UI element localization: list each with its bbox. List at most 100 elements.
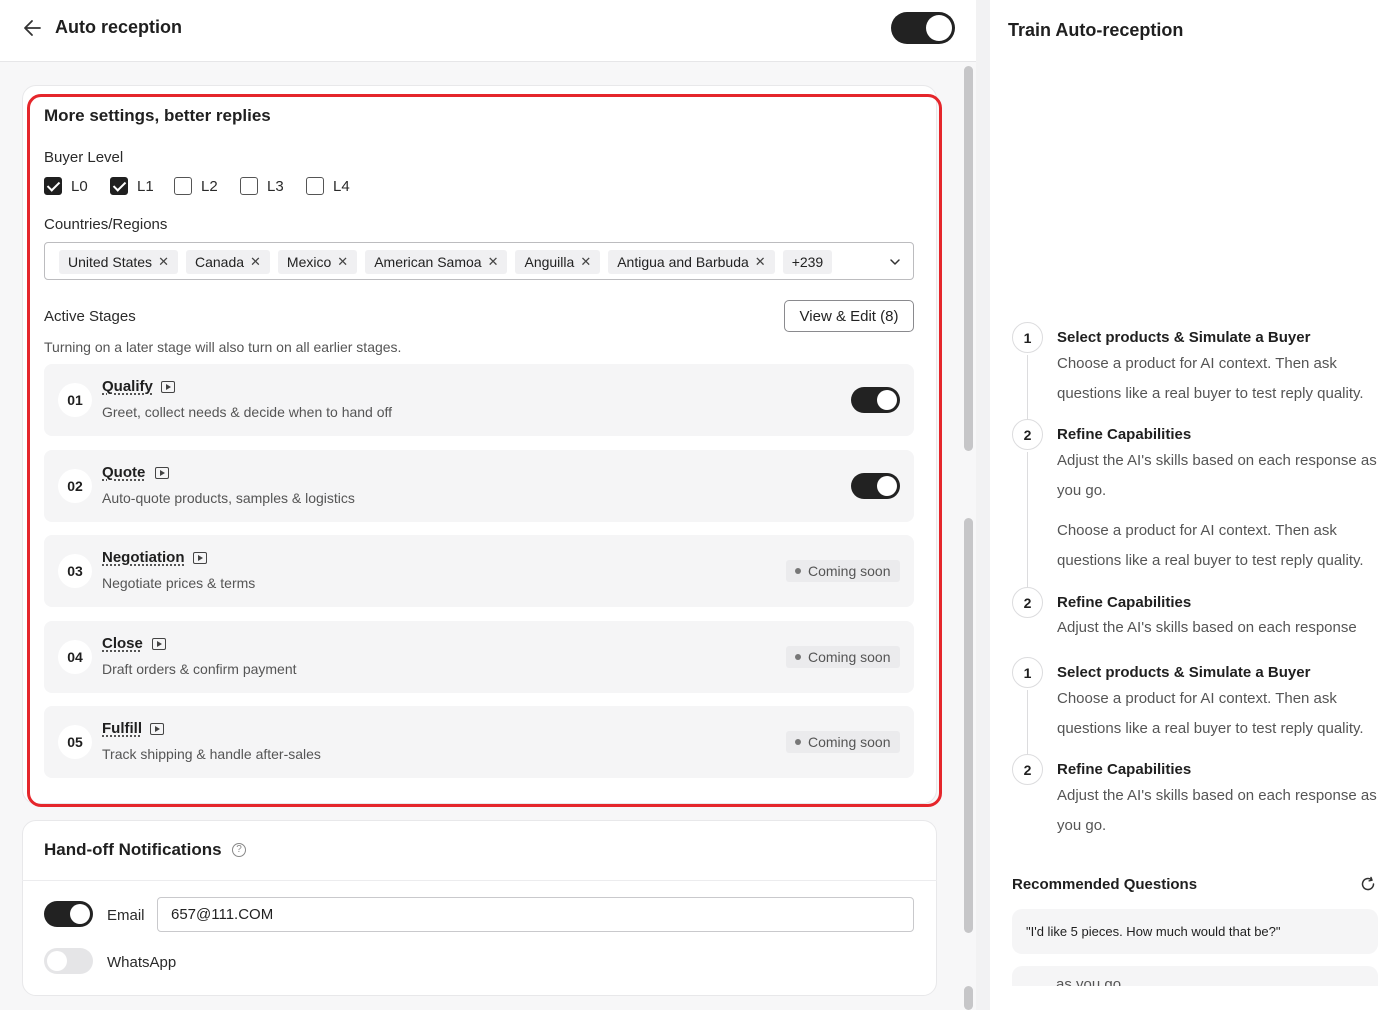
scrollbar-thumb[interactable] <box>964 66 973 451</box>
checkbox-l3[interactable]: L3 <box>240 176 284 196</box>
train-title: Train Auto-reception <box>1008 20 1184 40</box>
page-title: Auto reception <box>55 17 183 37</box>
email-label: Email <box>107 907 145 924</box>
country-chip: Mexico ✕ <box>277 250 358 274</box>
checkbox-box[interactable] <box>174 177 192 195</box>
countries-select[interactable]: United States ✕ Canada ✕ Mexico ✕ American … <box>44 242 914 280</box>
step-title: Refine Capabilities <box>1057 594 1192 611</box>
step-number: 2 <box>1012 587 1043 618</box>
scrollbar-thumb[interactable] <box>964 986 973 1010</box>
step-connector <box>1027 355 1028 420</box>
stage-name-link[interactable]: Negotiation <box>102 549 185 566</box>
stage-number: 04 <box>58 640 92 674</box>
coming-soon-badge: Coming soon <box>786 646 900 668</box>
coming-soon-badge: Coming soon <box>786 560 900 582</box>
play-video-icon[interactable] <box>155 467 169 479</box>
stage-description: Negotiate prices & terms <box>102 575 256 591</box>
country-chip: American Samoa ✕ <box>365 250 508 274</box>
stage-number: 02 <box>58 469 92 503</box>
stage-toggle[interactable] <box>851 473 900 499</box>
close-icon[interactable]: ✕ <box>337 254 348 270</box>
stage-number: 01 <box>58 383 92 417</box>
step-description: Choose a product for AI context. Then as… <box>1057 522 1364 569</box>
stage-name-link[interactable]: Qualify <box>102 378 153 395</box>
checkbox-box[interactable] <box>110 177 128 195</box>
stage-number: 03 <box>58 554 92 588</box>
close-icon[interactable]: ✕ <box>488 254 499 270</box>
handoff-title: Hand-off Notifications <box>44 840 222 859</box>
checkbox-box[interactable] <box>306 177 324 195</box>
auto-reception-toggle[interactable] <box>891 12 955 44</box>
stage-row-qualify: 01 Qualify Greet, collect needs & decide… <box>44 364 914 436</box>
stages-hint: Turning on a later stage will also turn … <box>44 339 402 355</box>
recommended-questions-title: Recommended Questions <box>1012 876 1198 893</box>
step-description: Adjust the AI's skills based on each res… <box>1057 787 1377 834</box>
buyer-level-label: Buyer Level <box>44 149 124 166</box>
checkbox-box[interactable] <box>44 177 62 195</box>
settings-title: More settings, better replies <box>44 106 271 125</box>
country-chip: Anguilla ✕ <box>515 250 601 274</box>
step-number: 1 <box>1012 322 1043 353</box>
step-title: Select products & Simulate a Buyer <box>1057 664 1311 681</box>
recommended-question[interactable]: "I'd like 5 pieces. How much would that … <box>1012 909 1378 954</box>
country-chip: Canada ✕ <box>185 250 270 274</box>
stage-row-fulfill: 05 Fulfill Track shipping & handle after… <box>44 706 914 778</box>
step-title: Refine Capabilities <box>1057 761 1192 778</box>
close-icon[interactable]: ✕ <box>158 254 169 270</box>
step-title: Select products & Simulate a Buyer <box>1057 329 1311 346</box>
checkbox-l1[interactable]: L1 <box>110 176 154 196</box>
stage-toggle[interactable] <box>851 387 900 413</box>
coming-soon-badge: Coming soon <box>786 731 900 753</box>
stage-description: Draft orders & confirm payment <box>102 661 297 677</box>
divider <box>22 880 937 881</box>
email-input[interactable] <box>157 897 914 932</box>
country-chip: United States ✕ <box>59 250 178 274</box>
step-title: Refine Capabilities <box>1057 426 1192 443</box>
play-video-icon[interactable] <box>150 723 164 735</box>
close-icon[interactable]: ✕ <box>755 254 766 270</box>
step-description: Choose a product for AI context. Then as… <box>1057 690 1364 737</box>
stage-name-link[interactable]: Quote <box>102 464 145 481</box>
recommended-question[interactable]: as you go. <box>1012 966 1378 986</box>
play-video-icon[interactable] <box>152 638 166 650</box>
step-description: Choose a product for AI context. Then as… <box>1057 355 1364 402</box>
page-header: Auto reception <box>0 0 976 62</box>
step-number: 1 <box>1012 657 1043 688</box>
email-toggle[interactable] <box>44 901 93 927</box>
play-video-icon[interactable] <box>161 381 175 393</box>
stage-description: Auto-quote products, samples & logistics <box>102 490 355 506</box>
stage-row-quote: 02 Quote Auto-quote products, samples & … <box>44 450 914 522</box>
checkbox-l4[interactable]: L4 <box>306 176 350 196</box>
more-countries-chip[interactable]: +239 <box>782 250 833 274</box>
checkbox-l0[interactable]: L0 <box>44 176 88 196</box>
whatsapp-label: WhatsApp <box>107 954 177 971</box>
scrollbar-thumb[interactable] <box>964 518 973 933</box>
help-icon[interactable]: ? <box>232 843 246 857</box>
checkbox-box[interactable] <box>240 177 258 195</box>
step-connector <box>1027 690 1028 755</box>
stage-description: Track shipping & handle after-sales <box>102 746 321 762</box>
chevron-down-icon[interactable] <box>889 256 901 268</box>
country-chip: Antigua and Barbuda ✕ <box>608 250 775 274</box>
close-icon[interactable]: ✕ <box>580 254 591 270</box>
step-connector <box>1027 452 1028 587</box>
play-video-icon[interactable] <box>193 552 207 564</box>
step-description: Adjust the AI's skills based on each res… <box>1057 452 1377 499</box>
refresh-icon[interactable] <box>1360 876 1376 892</box>
countries-label: Countries/Regions <box>44 216 168 233</box>
settings-card <box>22 85 937 804</box>
stage-number: 05 <box>58 725 92 759</box>
close-icon[interactable]: ✕ <box>250 254 261 270</box>
step-number: 2 <box>1012 419 1043 450</box>
stage-description: Greet, collect needs & decide when to ha… <box>102 404 393 420</box>
whatsapp-toggle[interactable] <box>44 948 93 974</box>
arrow-left-icon[interactable] <box>22 17 44 39</box>
stage-name-link[interactable]: Close <box>102 635 143 652</box>
stage-row-negotiation: 03 Negotiation Negotiate prices & terms … <box>44 535 914 607</box>
step-description: Adjust the AI's skills based on each res… <box>1057 619 1357 636</box>
stage-name-link[interactable]: Fulfill <box>102 720 142 737</box>
checkbox-l2[interactable]: L2 <box>174 176 218 196</box>
stage-row-close: 04 Close Draft orders & confirm payment … <box>44 621 914 693</box>
step-number: 2 <box>1012 754 1043 785</box>
view-edit-button[interactable]: View & Edit (8) <box>784 300 914 332</box>
